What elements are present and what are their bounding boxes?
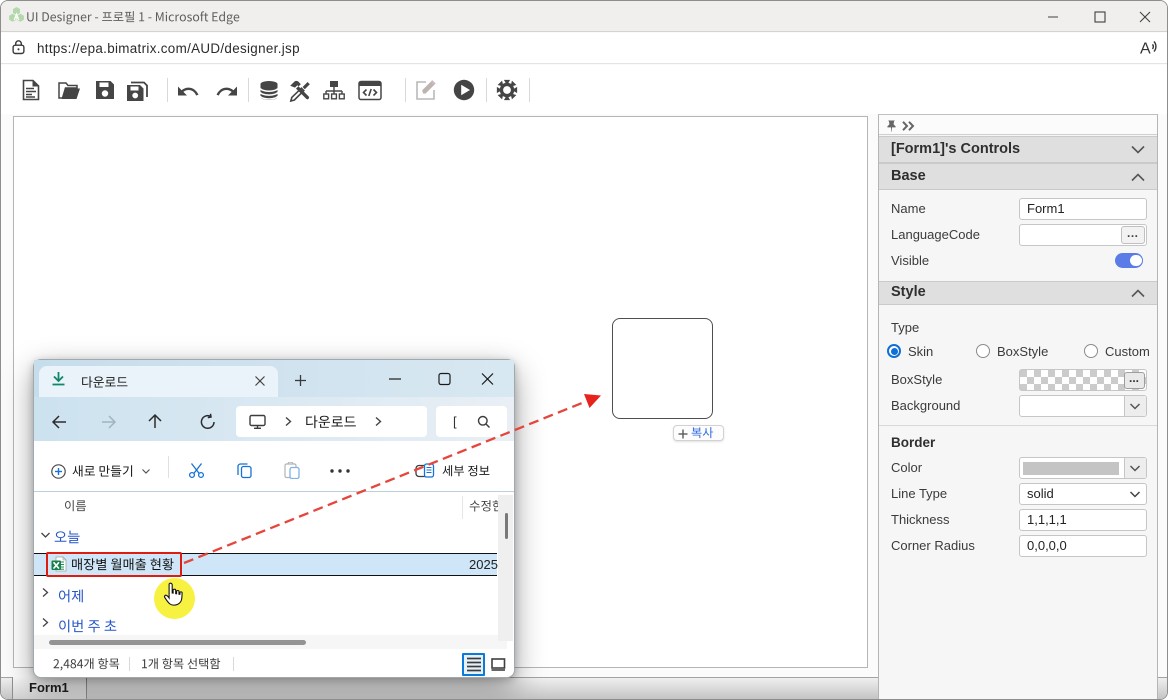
svg-text:A: A xyxy=(1140,41,1151,58)
